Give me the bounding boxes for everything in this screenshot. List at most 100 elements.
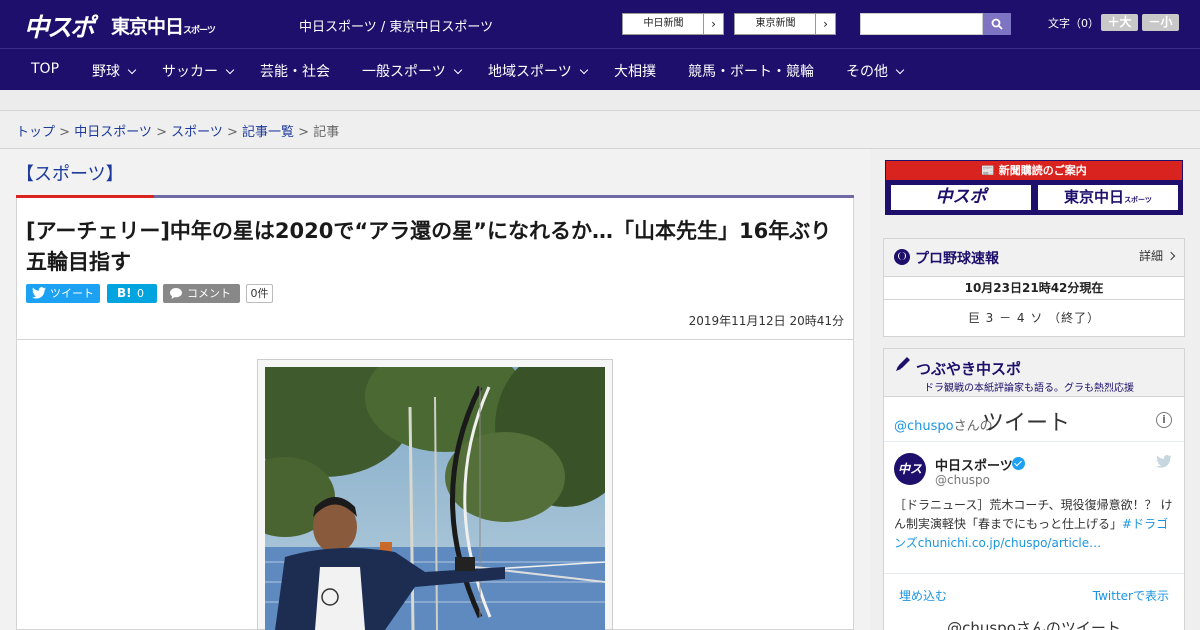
font-size-down-button[interactable]: －小 <box>1142 14 1179 31</box>
tweet-author-name[interactable]: 中日スポーツ <box>935 455 1013 474</box>
search-button[interactable] <box>983 13 1011 35</box>
tweet-label: ツイート <box>50 287 94 300</box>
tokyo-shimbun-link[interactable]: 東京新聞 › <box>734 13 836 35</box>
nav-general-sports[interactable]: 一般スポーツ <box>362 61 462 81</box>
nav-sumo[interactable]: 大相撲 <box>614 61 656 81</box>
timeline-handle[interactable]: @chuspoさんの <box>894 415 993 434</box>
chevron-down-icon <box>127 65 137 75</box>
tweet-author-handle[interactable]: @chuspo <box>935 473 990 487</box>
nav-other[interactable]: その他 <box>846 61 905 81</box>
hatena-b-icon: B! <box>117 286 132 300</box>
nav-label: サッカー <box>162 64 218 80</box>
nav-label: TOP <box>31 61 60 77</box>
breadcrumb: トップ > 中日スポーツ > スポーツ > 記事一覧 > 記事 <box>16 121 339 140</box>
article-photo[interactable] <box>265 367 605 630</box>
baseball-score[interactable]: 巨 3 － 4 ソ （終了） <box>884 309 1184 326</box>
subscription-title-text: 新聞購読のご案内 <box>998 164 1087 177</box>
tokyo-logo-sub: スポーツ <box>183 26 216 36</box>
breadcrumb-sports[interactable]: スポーツ <box>171 125 223 140</box>
font-size-up-button[interactable]: ＋大 <box>1101 14 1138 31</box>
site-names: 中日スポーツ / 東京中日スポーツ <box>299 20 494 35</box>
chevron-down-icon <box>895 65 905 75</box>
nav-label: 地域スポーツ <box>488 64 572 80</box>
breadcrumb-top[interactable]: トップ <box>16 125 55 140</box>
pen-icon <box>896 357 910 371</box>
baseball-scores-box: プロ野球速報 詳細 10月23日21時42分現在 巨 3 － 4 ソ （終了） <box>883 238 1185 337</box>
nav-label: 競馬・ボート・競輪 <box>688 64 814 80</box>
article-date: 2019年11月12日 20時41分 <box>688 314 844 328</box>
twitter-timeline-header: @chuspoさんの ツイート i <box>884 398 1184 442</box>
breadcrumb-sep: > <box>294 125 314 140</box>
hatena-count: 0 <box>137 287 144 300</box>
article-headline: [アーチェリー]中年の星は2020で“アラ還の星”になれるか…「山本先生」16年… <box>26 219 832 274</box>
view-on-twitter-link[interactable]: Twitterで表示 <box>1093 587 1169 604</box>
breadcrumb-article-list[interactable]: 記事一覧 <box>242 125 294 140</box>
divider <box>16 339 854 340</box>
hatena-bookmark-button[interactable]: B! 0 <box>107 284 157 303</box>
chunichi-shimbun-link[interactable]: 中日新聞 › <box>622 13 724 35</box>
nav-top[interactable]: TOP <box>31 61 59 77</box>
chunichi-shimbun-label: 中日新聞 <box>643 18 684 29</box>
breadcrumb-sep: > <box>151 125 172 140</box>
tsubuyaki-title: つぶやき中スポ <box>916 360 1022 378</box>
speech-bubble-icon <box>170 288 182 299</box>
chevron-right-icon: › <box>815 14 835 34</box>
chevron-right-icon: › <box>703 14 723 34</box>
comment-label: コメント <box>187 287 231 300</box>
chuspo-logo[interactable]: 中スポ <box>24 8 95 44</box>
timeline-tweets-word: ツイート <box>982 411 1071 436</box>
search-icon <box>991 18 1003 30</box>
breadcrumb-chunichi-sports[interactable]: 中日スポーツ <box>74 125 152 140</box>
nav-label: その他 <box>846 64 888 80</box>
more-tweets-link[interactable]: @chuspoさんのツイート <box>884 617 1184 630</box>
newspaper-icon: 📰 <box>981 164 999 177</box>
nav-baseball[interactable]: 野球 <box>92 61 137 81</box>
nav-label: 野球 <box>92 64 120 80</box>
tsubuyaki-box: つぶやき中スポ ドラ観戦の本紙評論家も語る。グラも熱烈応援 @chuspoさんの… <box>883 348 1185 630</box>
baseball-update-time: 10月23日21時42分現在 <box>884 276 1184 300</box>
search-input[interactable] <box>860 13 983 35</box>
subscribe-tokyo-chunichi-button[interactable]: 東京中日スポーツ <box>1036 183 1180 212</box>
chevron-down-icon <box>453 65 462 75</box>
comment-count: 0件 <box>246 284 273 303</box>
article-category: 【スポーツ】 <box>16 164 124 185</box>
info-icon[interactable]: i <box>1156 412 1172 428</box>
embed-link[interactable]: 埋め込む <box>899 587 947 604</box>
subscription-title: 📰 新聞購読のご案内 <box>886 161 1182 180</box>
chevron-right-icon <box>1166 251 1176 261</box>
nav-entertainment[interactable]: 芸能・社会 <box>260 61 330 81</box>
font-size-label: 文字（0） <box>1048 17 1099 30</box>
tokyo-chunichi-logo[interactable]: 東京中日スポーツ <box>111 12 216 39</box>
breadcrumb-sep: > <box>222 125 243 140</box>
breadcrumb-sep: > <box>55 125 75 140</box>
ad-strip <box>0 90 1200 111</box>
subscribe-tokyo-label: 東京中日 <box>1064 188 1125 206</box>
comment-button[interactable]: コメント <box>163 284 240 303</box>
baseball-title: プロ野球速報 <box>915 251 999 267</box>
tokyo-shimbun-label: 東京新聞 <box>755 18 796 29</box>
twitter-bird-icon <box>32 287 46 299</box>
divider <box>884 573 1184 574</box>
baseball-icon <box>894 249 910 265</box>
chevron-down-icon <box>579 65 588 75</box>
tsubuyaki-header: つぶやき中スポ ドラ観戦の本紙評論家も語る。グラも熱烈応援 <box>884 349 1184 397</box>
nav-label: 大相撲 <box>614 64 656 80</box>
tweet-text: ［ドラニュース］荒木コーチ、現役復帰意欲！？ けん制実演軽快「春までにもっと仕上… <box>894 496 1176 553</box>
detail-label: 詳細 <box>1138 249 1163 263</box>
baseball-detail-link[interactable]: 詳細 <box>1138 247 1176 264</box>
tweet-button[interactable]: ツイート <box>26 284 100 303</box>
twitter-bird-icon[interactable] <box>1156 455 1172 468</box>
nav-label: 芸能・社会 <box>260 64 330 80</box>
breadcrumb-current: 記事 <box>313 125 340 140</box>
handle-text: @chuspo <box>894 419 954 434</box>
nav-racing[interactable]: 競馬・ボート・競輪 <box>688 61 814 81</box>
nav-local-sports[interactable]: 地域スポーツ <box>488 61 588 81</box>
verified-badge-icon <box>1012 457 1025 470</box>
tokyo-logo-main: 東京中日 <box>111 16 184 38</box>
archer-photo <box>265 367 605 630</box>
subscription-banner[interactable]: 📰 新聞購読のご案内 中スポ 東京中日スポーツ <box>885 160 1183 215</box>
nav-label: 一般スポーツ <box>362 64 446 80</box>
nav-soccer[interactable]: サッカー <box>162 61 235 81</box>
avatar[interactable]: 中スポ <box>894 453 926 508</box>
subscribe-chuspo-button[interactable]: 中スポ <box>889 183 1033 212</box>
